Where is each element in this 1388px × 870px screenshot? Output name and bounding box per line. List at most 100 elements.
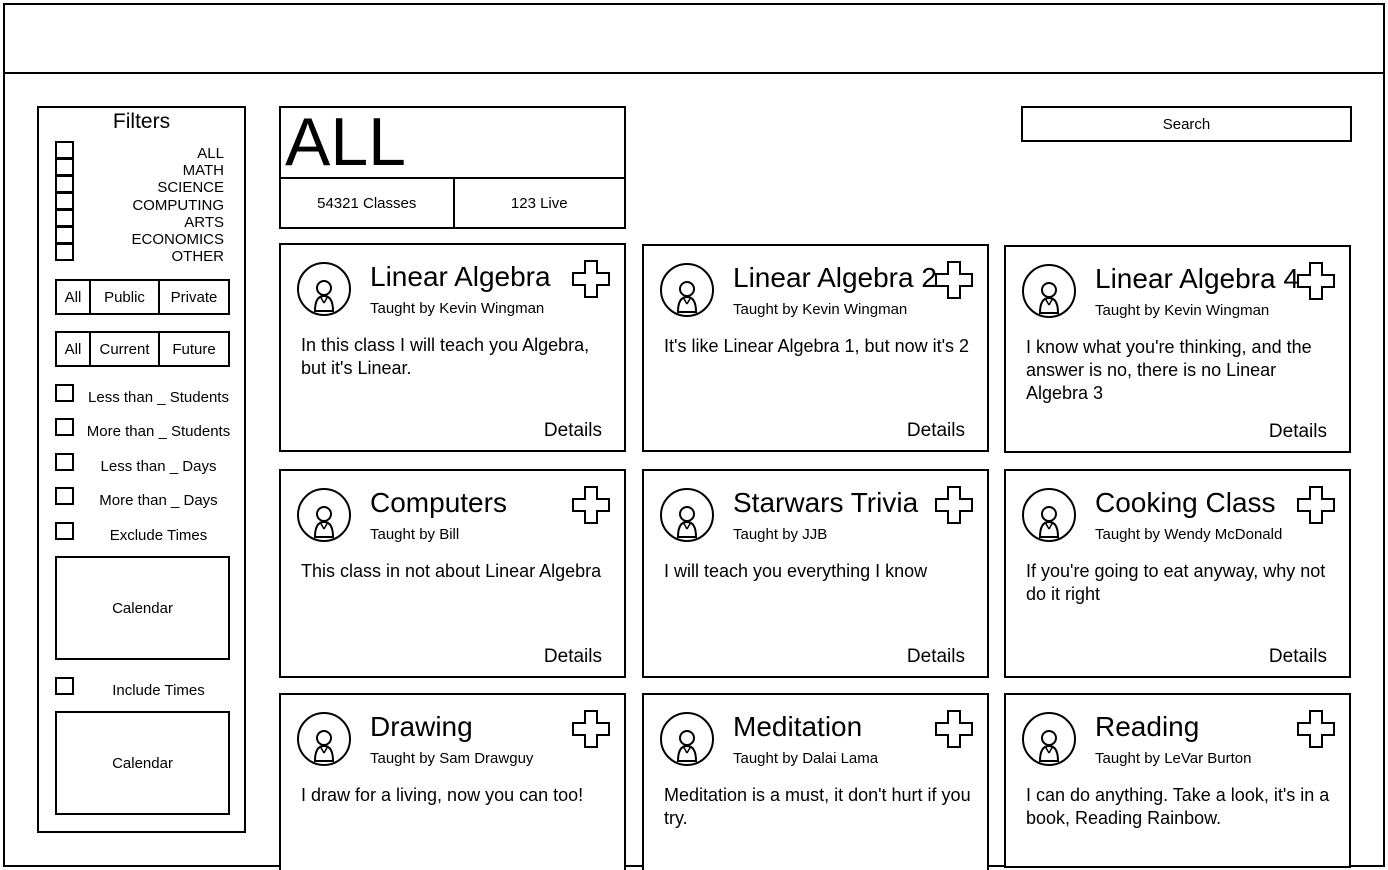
exclude-times-label: Exclude Times	[109, 527, 208, 544]
class-teacher: Taught by Sam Drawguy	[370, 750, 534, 767]
teacher-avatar-icon	[659, 487, 715, 543]
more-than-students-label: More than _ Students	[86, 423, 231, 440]
category-label-math: MATH	[182, 162, 224, 179]
class-description: This class in not about Linear Algebra	[301, 561, 602, 581]
add-class-plus-icon[interactable]	[1297, 262, 1335, 300]
less-than-students-checkbox[interactable]	[55, 384, 74, 402]
top-bar	[3, 3, 1385, 74]
category-checkbox-math[interactable]	[55, 158, 74, 176]
category-label-economics: ECONOMICS	[131, 231, 224, 248]
add-class-plus-icon[interactable]	[935, 710, 973, 748]
include-times-label: Include Times	[112, 682, 205, 699]
class-title: Meditation	[733, 711, 863, 742]
class-description: Meditation is a must, it don't hurt if y…	[664, 785, 971, 828]
category-checkbox-economics[interactable]	[55, 226, 74, 244]
class-teacher: Taught by Kevin Wingman	[1095, 302, 1270, 319]
details-link[interactable]: Details	[1269, 646, 1327, 668]
teacher-avatar-icon	[296, 261, 352, 317]
add-class-plus-icon[interactable]	[572, 486, 610, 524]
class-teacher: Taught by Bill	[370, 526, 460, 543]
details-link[interactable]: Details	[907, 646, 965, 668]
class-card[interactable]: Computers Taught by Bill This class in not…	[279, 469, 626, 678]
class-card[interactable]: Meditation Taught by Dalai Lama Meditation…	[642, 693, 989, 870]
exclude-times-calendar[interactable]: Calendar	[55, 556, 230, 660]
class-card[interactable]: Linear Algebra Taught by Kevin Wingman In …	[279, 243, 626, 452]
visibility-private-button[interactable]: Private	[160, 281, 228, 313]
exclude-times-checkbox[interactable]	[55, 522, 74, 540]
page-title: ALL	[285, 104, 406, 180]
less-than-days-label: Less than _ Days	[100, 458, 217, 475]
more-than-days-checkbox[interactable]	[55, 487, 74, 505]
details-link[interactable]: Details	[1269, 421, 1327, 443]
visibility-all-button[interactable]: All	[57, 281, 91, 313]
add-class-plus-icon[interactable]	[1297, 710, 1335, 748]
category-label-all: ALL	[197, 145, 224, 162]
teacher-avatar-icon	[1021, 263, 1077, 319]
class-card[interactable]: Reading Taught by LeVar Burton I can do an…	[1004, 693, 1351, 868]
class-description: I draw for a living, now you can too!	[301, 785, 584, 805]
category-checkbox-computing[interactable]	[55, 192, 74, 210]
live-count: 123 Live	[452, 179, 625, 227]
add-class-plus-icon[interactable]	[935, 486, 973, 524]
category-label-arts: ARTS	[184, 214, 224, 231]
less-than-students-label: Less than _ Students	[88, 389, 229, 406]
category-header-panel: ALL 54321 Classes 123 Live	[279, 104, 626, 229]
class-teacher: Taught by Kevin Wingman	[370, 300, 545, 317]
class-teacher: Taught by JJB	[733, 526, 828, 543]
class-title: Linear Algebra 4	[1095, 263, 1299, 294]
class-teacher: Taught by LeVar Burton	[1095, 750, 1252, 767]
class-card[interactable]: Linear Algebra 2 Taught by Kevin Wingman I…	[642, 244, 989, 452]
details-link[interactable]: Details	[544, 420, 602, 442]
add-class-plus-icon[interactable]	[935, 261, 973, 299]
teacher-avatar-icon	[659, 711, 715, 767]
class-title: Drawing	[370, 711, 473, 742]
teacher-avatar-icon	[1021, 487, 1077, 543]
header-stats: 54321 Classes 123 Live	[281, 177, 624, 227]
class-title: Linear Algebra	[370, 261, 551, 292]
class-card[interactable]: Cooking Class Taught by Wendy McDonald If …	[1004, 469, 1351, 678]
timing-current-button[interactable]: Current	[91, 333, 160, 365]
classes-count: 54321 Classes	[317, 194, 417, 212]
class-description: I will teach you everything I know	[664, 561, 928, 581]
class-description: In this class I will teach you Algebra, …	[301, 335, 590, 378]
class-card[interactable]: Linear Algebra 4 Taught by Kevin Wingman I…	[1004, 245, 1351, 453]
less-than-days-checkbox[interactable]	[55, 453, 74, 471]
filters-sidebar: Filters ALL MATH SCIENCE COMPUTING ARTS …	[37, 106, 246, 833]
more-than-days-label: More than _ Days	[99, 492, 218, 509]
category-label-science: SCIENCE	[157, 179, 224, 196]
class-title: Reading	[1095, 711, 1200, 742]
class-title: Computers	[370, 487, 507, 518]
class-description: It's like Linear Algebra 1, but now it's…	[664, 336, 970, 356]
visibility-public-button[interactable]: Public	[91, 281, 160, 313]
class-title: Cooking Class	[1095, 487, 1276, 518]
class-card[interactable]: Starwars Trivia Taught by JJB I will teach…	[642, 469, 989, 678]
add-class-plus-icon[interactable]	[572, 710, 610, 748]
teacher-avatar-icon	[1021, 711, 1077, 767]
class-description: If you're going to eat anyway, why not d…	[1026, 561, 1326, 604]
class-teacher: Taught by Dalai Lama	[733, 750, 879, 767]
category-checkbox-all[interactable]	[55, 141, 74, 159]
visibility-segmented-control: All Public Private	[55, 279, 230, 315]
include-times-calendar[interactable]: Calendar	[55, 711, 230, 815]
category-checkbox-other[interactable]	[55, 243, 74, 261]
category-label-computing: COMPUTING	[132, 197, 224, 214]
add-class-plus-icon[interactable]	[1297, 486, 1335, 524]
teacher-avatar-icon	[296, 711, 352, 767]
more-than-students-checkbox[interactable]	[55, 418, 74, 436]
class-description: I know what you're thinking, and the ans…	[1026, 337, 1312, 403]
class-description: I can do anything. Take a look, it's in …	[1026, 785, 1330, 828]
timing-future-button[interactable]: Future	[160, 333, 228, 365]
details-link[interactable]: Details	[544, 646, 602, 668]
class-card[interactable]: Drawing Taught by Sam Drawguy I draw for a…	[279, 693, 626, 870]
category-label-other: OTHER	[171, 248, 225, 265]
category-checkbox-science[interactable]	[55, 175, 74, 193]
timing-all-button[interactable]: All	[57, 333, 91, 365]
category-checkbox-arts[interactable]	[55, 209, 74, 227]
details-link[interactable]: Details	[907, 420, 965, 442]
teacher-avatar-icon	[659, 262, 715, 318]
search-input[interactable]: Search	[1021, 106, 1352, 142]
add-class-plus-icon[interactable]	[572, 260, 610, 298]
class-title: Linear Algebra 2	[733, 262, 937, 293]
class-title: Starwars Trivia	[733, 487, 919, 518]
include-times-checkbox[interactable]	[55, 677, 74, 695]
